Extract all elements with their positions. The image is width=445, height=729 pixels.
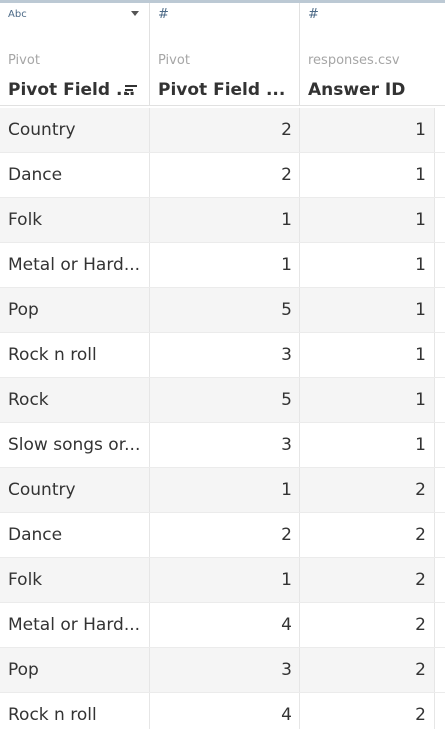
table-row[interactable]: Folk 1 1 bbox=[0, 198, 445, 243]
row-gutter bbox=[435, 603, 445, 647]
table-row[interactable]: Pop 3 2 bbox=[0, 648, 445, 693]
cell-answer-id[interactable]: 2 bbox=[300, 513, 435, 557]
cell-answer-id[interactable]: 2 bbox=[300, 648, 435, 692]
hash-type-icon[interactable]: # bbox=[308, 7, 319, 22]
row-gutter bbox=[435, 693, 445, 729]
row-gutter bbox=[435, 243, 445, 287]
row-gutter bbox=[435, 648, 445, 692]
cell-pivot-field-name[interactable]: Pop bbox=[0, 648, 150, 692]
cell-pivot-field-name[interactable]: Country bbox=[0, 468, 150, 512]
row-gutter bbox=[435, 378, 445, 422]
cell-pivot-field-value[interactable]: 1 bbox=[150, 243, 300, 287]
row-gutter bbox=[435, 153, 445, 197]
cell-pivot-field-value[interactable]: 3 bbox=[150, 333, 300, 377]
cell-answer-id[interactable]: 1 bbox=[300, 423, 435, 467]
column-source: Pivot bbox=[8, 53, 40, 68]
cell-answer-id[interactable]: 1 bbox=[300, 153, 435, 197]
cell-answer-id[interactable]: 1 bbox=[300, 288, 435, 332]
cell-pivot-field-name[interactable]: Metal or Hard... bbox=[0, 603, 150, 647]
table-row[interactable]: Dance 2 1 bbox=[0, 153, 445, 198]
sort-descending-icon[interactable] bbox=[125, 85, 137, 95]
grid-header: Abc Pivot Pivot Field ... # Pivot Pivot … bbox=[0, 0, 445, 106]
cell-pivot-field-name[interactable]: Rock n roll bbox=[0, 693, 150, 729]
cell-pivot-field-value[interactable]: 2 bbox=[150, 153, 300, 197]
table-row[interactable]: Metal or Hard... 4 2 bbox=[0, 603, 445, 648]
column-header-pivot-field-values[interactable]: # Pivot Pivot Field ... bbox=[150, 3, 300, 105]
column-header-pivot-field-names[interactable]: Abc Pivot Pivot Field ... bbox=[0, 3, 150, 105]
column-name[interactable]: Pivot Field ... bbox=[8, 80, 135, 100]
row-gutter bbox=[435, 558, 445, 602]
table-row[interactable]: Country 1 2 bbox=[0, 468, 445, 513]
cell-answer-id[interactable]: 2 bbox=[300, 558, 435, 602]
cell-pivot-field-value[interactable]: 2 bbox=[150, 513, 300, 557]
abc-type-icon[interactable]: Abc bbox=[8, 9, 27, 20]
cell-pivot-field-name[interactable]: Rock bbox=[0, 378, 150, 422]
table-row[interactable]: Dance 2 2 bbox=[0, 513, 445, 558]
cell-pivot-field-name[interactable]: Folk bbox=[0, 198, 150, 242]
table-row[interactable]: Folk 1 2 bbox=[0, 558, 445, 603]
row-gutter bbox=[435, 513, 445, 557]
cell-pivot-field-name[interactable]: Pop bbox=[0, 288, 150, 332]
cell-pivot-field-name[interactable]: Country bbox=[0, 108, 150, 152]
cell-pivot-field-name[interactable]: Rock n roll bbox=[0, 333, 150, 377]
cell-pivot-field-value[interactable]: 3 bbox=[150, 648, 300, 692]
cell-answer-id[interactable]: 1 bbox=[300, 198, 435, 242]
cell-answer-id[interactable]: 1 bbox=[300, 333, 435, 377]
cell-pivot-field-name[interactable]: Dance bbox=[0, 513, 150, 557]
row-gutter bbox=[435, 288, 445, 332]
row-gutter bbox=[435, 198, 445, 242]
cell-answer-id[interactable]: 1 bbox=[300, 108, 435, 152]
row-gutter bbox=[435, 423, 445, 467]
row-gutter bbox=[435, 333, 445, 377]
column-name[interactable]: Answer ID bbox=[308, 80, 405, 100]
column-header-answer-id[interactable]: # responses.csv Answer ID bbox=[300, 3, 445, 105]
cell-answer-id[interactable]: 2 bbox=[300, 468, 435, 512]
table-row[interactable]: Rock n roll 3 1 bbox=[0, 333, 445, 378]
cell-pivot-field-name[interactable]: Slow songs or... bbox=[0, 423, 150, 467]
cell-pivot-field-value[interactable]: 1 bbox=[150, 558, 300, 602]
column-source: Pivot bbox=[158, 53, 190, 68]
data-grid: Abc Pivot Pivot Field ... # Pivot Pivot … bbox=[0, 0, 445, 729]
row-gutter bbox=[435, 468, 445, 512]
cell-pivot-field-value[interactable]: 5 bbox=[150, 288, 300, 332]
hash-type-icon[interactable]: # bbox=[158, 7, 169, 22]
column-name[interactable]: Pivot Field ... bbox=[158, 80, 285, 100]
cell-answer-id[interactable]: 1 bbox=[300, 243, 435, 287]
cell-pivot-field-value[interactable]: 4 bbox=[150, 603, 300, 647]
cell-pivot-field-name[interactable]: Folk bbox=[0, 558, 150, 602]
cell-pivot-field-name[interactable]: Metal or Hard... bbox=[0, 243, 150, 287]
cell-pivot-field-value[interactable]: 5 bbox=[150, 378, 300, 422]
table-row[interactable]: Slow songs or... 3 1 bbox=[0, 423, 445, 468]
cell-pivot-field-value[interactable]: 1 bbox=[150, 468, 300, 512]
table-row[interactable]: Rock n roll 4 2 bbox=[0, 693, 445, 729]
chevron-down-icon[interactable] bbox=[131, 11, 139, 16]
row-gutter bbox=[435, 108, 445, 152]
cell-answer-id[interactable]: 2 bbox=[300, 693, 435, 729]
cell-pivot-field-name[interactable]: Dance bbox=[0, 153, 150, 197]
table-row[interactable]: Pop 5 1 bbox=[0, 288, 445, 333]
cell-pivot-field-value[interactable]: 3 bbox=[150, 423, 300, 467]
cell-pivot-field-value[interactable]: 4 bbox=[150, 693, 300, 729]
table-row[interactable]: Metal or Hard... 1 1 bbox=[0, 243, 445, 288]
table-row[interactable]: Rock 5 1 bbox=[0, 378, 445, 423]
column-source: responses.csv bbox=[308, 53, 400, 68]
grid-body: Country 2 1 Dance 2 1 Folk 1 1 Metal or Hard... 1 1… bbox=[0, 108, 445, 729]
cell-answer-id[interactable]: 2 bbox=[300, 603, 435, 647]
table-row[interactable]: Country 2 1 bbox=[0, 108, 445, 153]
cell-answer-id[interactable]: 1 bbox=[300, 378, 435, 422]
cell-pivot-field-value[interactable]: 1 bbox=[150, 198, 300, 242]
cell-pivot-field-value[interactable]: 2 bbox=[150, 108, 300, 152]
